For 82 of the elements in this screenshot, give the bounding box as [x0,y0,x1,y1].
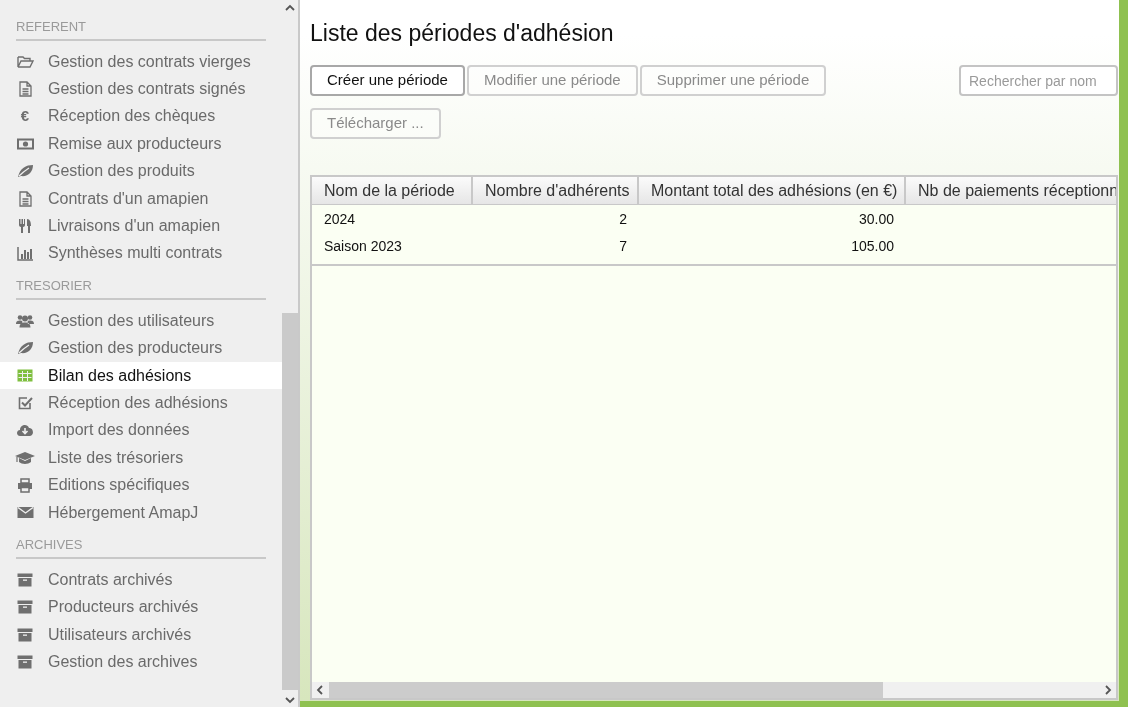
scroll-thumb[interactable] [329,682,883,698]
column-header[interactable]: Nom de la période [312,177,473,204]
menu-item[interactable]: Gestion des producteurs [0,334,283,362]
menu-item[interactable]: Remise aux producteurs [0,130,283,158]
menu-item-label: Liste des trésoriers [48,447,184,468]
graduation-cap-icon [15,450,35,465]
fork-knife-icon [18,218,32,235]
menu-item-label: Gestion des utilisateurs [48,310,215,331]
column-header[interactable]: Montant total des adhésions (en €) [639,177,906,204]
table-cell: 105.00 [851,238,894,254]
bar-chart-icon [16,245,34,261]
table-cell: 30.00 [858,211,894,227]
menu-item-label: Gestion des contrats signés [48,79,246,100]
cloud-download-icon [16,423,34,438]
menu-item-label: Bilan des adhésions [48,365,192,386]
document-icon [18,190,32,207]
document-icon [18,81,32,98]
scroll-thumb[interactable] [282,313,299,690]
euro-icon: € [13,105,37,128]
scroll-right-icon[interactable] [1104,685,1112,695]
table-cell: 7 [619,238,627,254]
users-icon [16,313,34,328]
button[interactable]: Créer une période [310,65,465,96]
menu-item[interactable]: Hébergement AmapJ [0,498,283,527]
section-heading: REFERENT [16,19,87,34]
column-header[interactable]: Nombre d'adhérents [473,177,639,204]
menu-item[interactable]: Producteurs archivés [0,593,283,622]
horizontal-scrollbar[interactable] [312,682,1116,698]
leaf-icon [16,164,34,179]
printer-icon [17,477,33,493]
menu-item-label: Gestion des archives [48,652,198,673]
menu-item[interactable]: Gestion des contrats signés [0,75,283,103]
scroll-left-icon[interactable] [316,685,324,695]
table-cell: Saison 2023 [324,238,402,254]
folder-icon [16,54,34,69]
scroll-down-icon[interactable] [285,696,296,704]
table-icon [17,369,33,383]
menu-item[interactable]: Editions spécifiques [0,471,283,499]
menu-item[interactable]: Gestion des archives [0,648,283,676]
section-heading: TRESORIER [16,278,92,294]
menu-item[interactable]: Contrats archivés [0,566,283,594]
table-cell: 2024 [324,211,356,227]
table-cell: 2 [619,211,627,227]
menu-item-label: Synthèses multi contrats [48,243,223,264]
menu-item[interactable]: Contrats d'un amapien [0,184,283,213]
menu-item-label: Gestion des contrats vierges [48,51,251,72]
archive-icon [17,600,33,615]
search-field[interactable]: Rechercher par nom [959,65,1118,96]
menu-item-label: Editions spécifiques [48,475,190,496]
menu-item[interactable]: Gestion des produits [0,157,283,185]
menu-item-label: Réception des chèques [48,106,216,127]
menu-item[interactable]: Bilan des adhésions [0,361,283,390]
menu-item[interactable]: Livraisons d'un amapien [0,212,283,240]
menu-item[interactable]: Gestion des contrats vierges [0,48,283,76]
envelope-icon [16,506,34,520]
menu-item-label: Gestion des producteurs [48,338,223,359]
menu-item-label: Réception des adhésions [48,393,228,413]
scroll-up-icon[interactable] [285,4,296,12]
leaf-icon [16,341,34,356]
menu-item[interactable]: Réception des adhésions [0,389,283,417]
menu-item[interactable]: Utilisateurs archivés [0,621,283,649]
archive-icon [17,572,33,587]
archive-icon [17,655,33,670]
menu-item-label: Remise aux producteurs [48,133,222,154]
menu-item[interactable]: Synthèses multi contrats [0,239,283,268]
menu-item[interactable]: Import des données [0,416,283,445]
menu-item-label: Utilisateurs archivés [48,624,192,645]
menu-item-label: Import des données [48,420,190,441]
page-title: Liste des périodes d'adhésion [310,19,615,48]
section-heading: ARCHIVES [16,537,83,553]
menu-item-label: Gestion des produits [48,161,195,182]
menu-item[interactable]: € Réception des chèques [0,102,283,131]
menu-item-label: Contrats archivés [48,569,173,590]
menu-item[interactable]: Gestion des utilisateurs [0,307,283,335]
menu-item-label: Producteurs archivés [48,597,199,618]
banknote-icon [16,137,34,150]
menu-item-label: Livraisons d'un amapien [48,216,221,237]
menu-item-label: Contrats d'un amapien [48,188,209,209]
menu-item-label: Hébergement AmapJ [48,502,199,523]
archive-icon [17,627,33,642]
menu-item[interactable]: Liste des trésoriers [0,444,283,472]
checkbox-icon [17,396,33,410]
